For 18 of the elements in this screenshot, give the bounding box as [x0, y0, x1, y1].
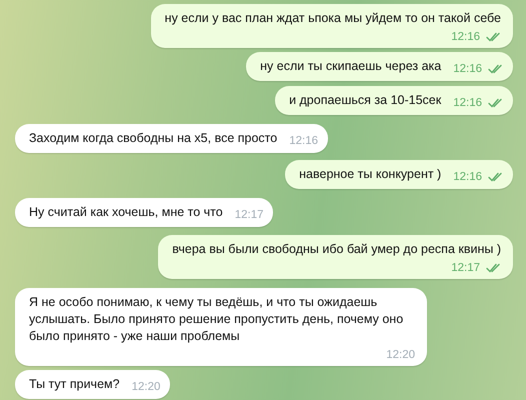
message-text: Заходим когда свободны на x5, все просто	[29, 130, 278, 147]
message-time: 12:20	[132, 380, 160, 395]
message-time: 12:16	[453, 96, 482, 111]
message-text: Ну считай как хочешь, мне то что	[29, 204, 223, 221]
message-time: 12:20	[386, 348, 415, 363]
message-time: 12:17	[234, 208, 264, 223]
message-time: 12:16	[451, 30, 480, 45]
message-text: Ты тут причем?	[29, 376, 120, 393]
message-time: 12:16	[289, 134, 318, 149]
message-time: 12:16	[453, 170, 482, 185]
message-time: 12:16	[453, 62, 482, 77]
message-text: Я не особо понимаю, к чему ты ведёшь, и что ты ожидаешь услышать. Было принято решение пропустить день, почему оно было принято - уже наши проблемы	[29, 294, 404, 345]
message-text: вчера вы были свободны ибо бай умер до респа квины )	[172, 241, 501, 258]
message-text: и дропаешься за 10-15сек	[289, 92, 442, 109]
message-text: ну если у вас план ждат ьпока мы уйдем то он такой себе	[164, 10, 501, 27]
message-time: 12:17	[451, 261, 480, 276]
message-text: наверное ты конкурент )	[299, 166, 442, 183]
message-text: ну если ты скипаешь через ака	[260, 58, 442, 75]
